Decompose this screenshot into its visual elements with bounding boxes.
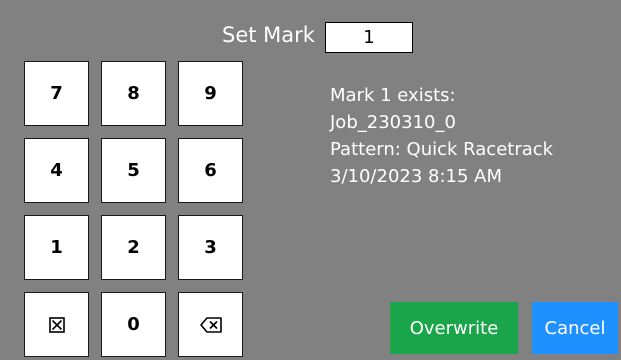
key-9[interactable]: 9	[178, 61, 243, 126]
page-title: Set Mark	[222, 23, 315, 47]
job-name-text: Job_230310_0	[330, 112, 456, 133]
key-0[interactable]: 0	[101, 292, 166, 357]
key-3[interactable]: 3	[178, 215, 243, 280]
clear-key[interactable]	[24, 292, 89, 357]
mark-exists-text: Mark 1 exists:	[330, 85, 456, 106]
key-6[interactable]: 6	[178, 138, 243, 203]
backspace-icon	[199, 316, 222, 333]
overwrite-button[interactable]: Overwrite	[390, 302, 518, 354]
key-2[interactable]: 2	[101, 215, 166, 280]
clear-box-icon	[48, 316, 65, 333]
backspace-key[interactable]	[178, 292, 243, 357]
key-7[interactable]: 7	[24, 61, 89, 126]
mark-info: Mark 1 exists: Job_230310_0 Pattern: Qui…	[330, 82, 553, 190]
mark-number-field[interactable]: 1	[325, 22, 413, 53]
key-5[interactable]: 5	[101, 138, 166, 203]
key-4[interactable]: 4	[24, 138, 89, 203]
pattern-text: Pattern: Quick Racetrack	[330, 139, 554, 160]
timestamp-text: 3/10/2023 8:15 AM	[330, 166, 503, 187]
key-8[interactable]: 8	[101, 61, 166, 126]
cancel-button[interactable]: Cancel	[532, 302, 618, 354]
key-1[interactable]: 1	[24, 215, 89, 280]
